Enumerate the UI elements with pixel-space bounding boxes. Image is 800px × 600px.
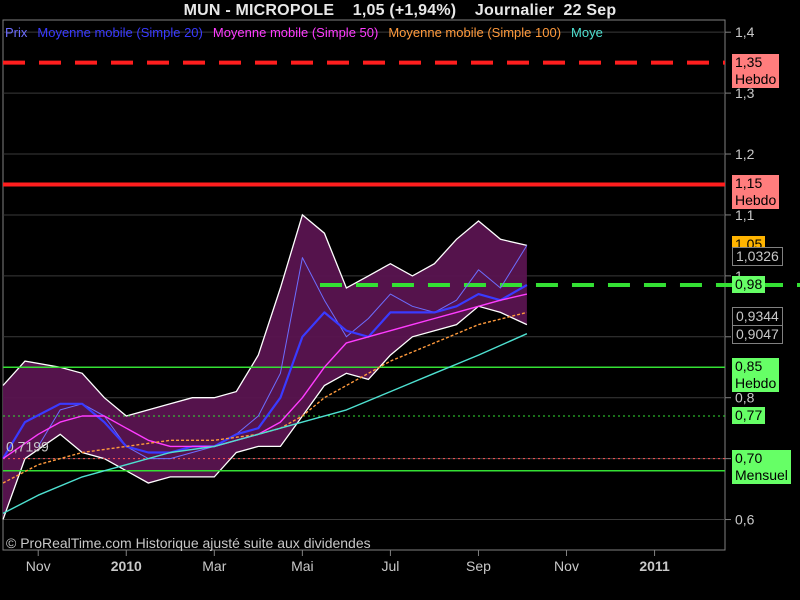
- y-tick-label: 1,2: [735, 146, 755, 162]
- legend-item: Moyenne mobile (Simple 50): [212, 25, 379, 40]
- chart-title: MUN - MICROPOLE 1,05 (+1,94%) Journalier…: [183, 2, 617, 19]
- price-tag: 0,9344: [732, 306, 783, 326]
- y-tick-label: 1,4: [735, 24, 755, 40]
- x-tick-label: 2011: [639, 558, 670, 574]
- x-tick-label: Nov: [554, 558, 579, 574]
- level-tag: 1,35 Hebdo: [732, 53, 780, 88]
- chart-legend: Prix Moyenne mobile (Simple 20) Moyenne mo…: [5, 25, 613, 40]
- x-tick-label: Nov: [26, 558, 51, 574]
- legend-item: Moye: [571, 25, 603, 40]
- legend-item: Moyenne mobile (Simple 20): [37, 25, 203, 40]
- x-tick-label: Mai: [291, 558, 314, 574]
- level-tag: 1,15 Hebdo: [732, 175, 780, 210]
- annotation-label: 0,7199: [6, 438, 49, 454]
- legend-item: Moyenne mobile (Simple 100): [388, 25, 562, 40]
- level-tag: 0,70 Mensuel: [732, 449, 791, 484]
- y-tick-label: 0,6: [735, 512, 755, 528]
- x-tick-label: Sep: [466, 558, 491, 574]
- legend-item: Prix: [5, 25, 28, 40]
- level-tag: 0,77: [732, 406, 766, 424]
- price-tag: 0,9047: [732, 324, 783, 344]
- price-tag: 1,0326: [732, 247, 783, 266]
- x-tick-label: Jul: [381, 558, 399, 574]
- level-tag: 0,85 Hebdo: [732, 358, 780, 393]
- x-tick-label: 2010: [111, 558, 142, 574]
- x-tick-label: Mar: [202, 558, 226, 574]
- price-chart: 1,41,31,21,110,90,80,70,6Nov2010MarMaiJu…: [2, 19, 800, 574]
- copyright-note: © ProRealTime.com Historique ajusté suit…: [6, 535, 371, 551]
- level-tag: 0,98: [732, 276, 766, 293]
